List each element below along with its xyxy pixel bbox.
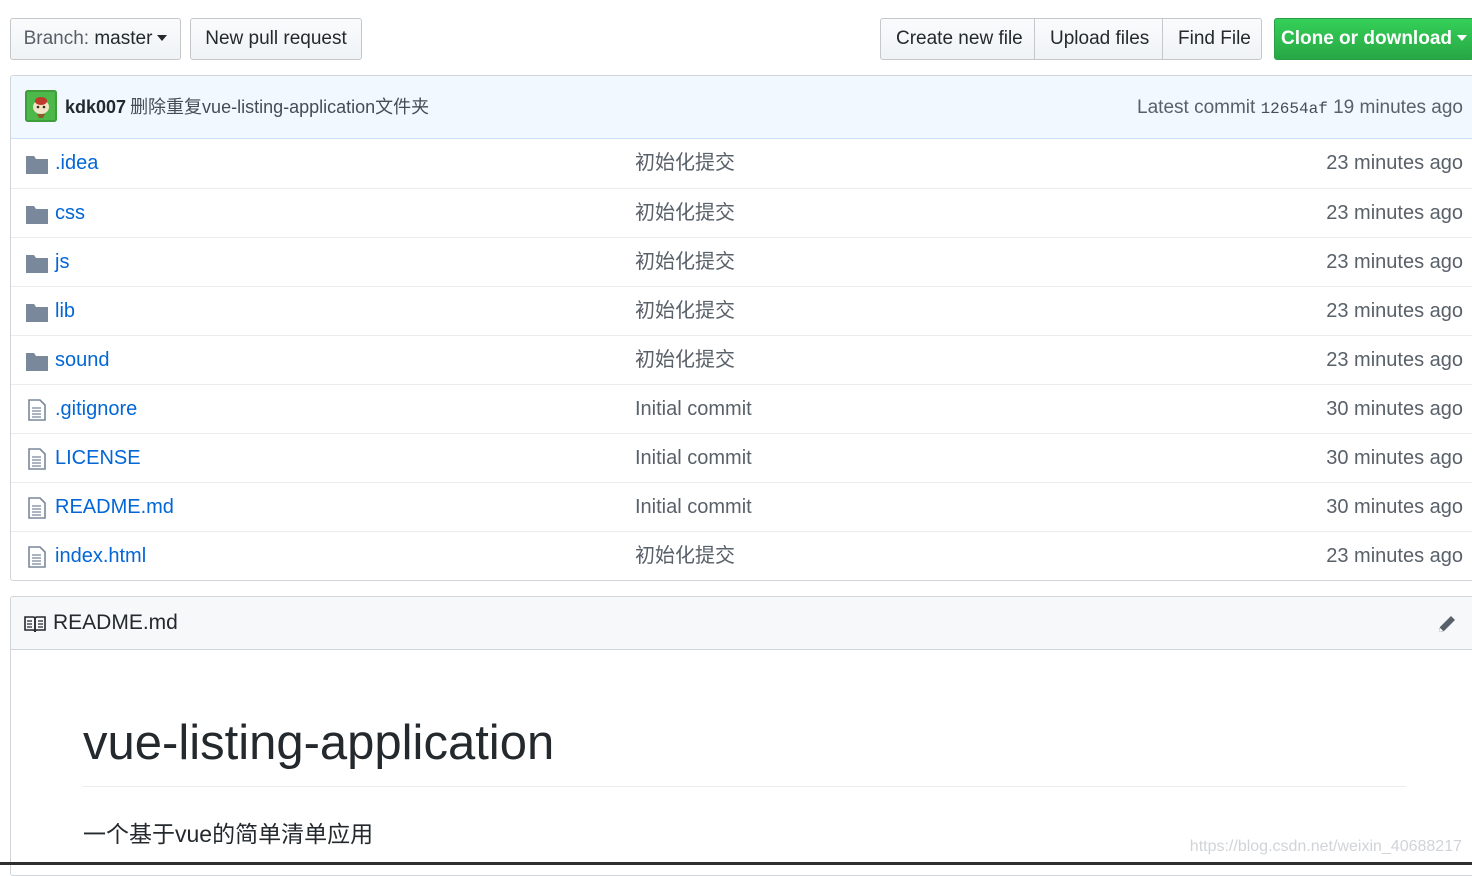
file-commit-message[interactable]: 初始化提交: [635, 287, 735, 335]
commit-meta: Latest commit 12654af 19 minutes ago: [1137, 76, 1463, 141]
find-file-button[interactable]: Find File: [1162, 18, 1262, 60]
file-age: 23 minutes ago: [1326, 251, 1463, 273]
file-age: 23 minutes ago: [1326, 300, 1463, 322]
branch-select-button[interactable]: Branch: master: [10, 18, 181, 60]
file-list: .idea 初始化提交 23 minutes ago css 初始化提交 23 …: [11, 139, 1472, 580]
file-commit-message[interactable]: Initial commit: [635, 434, 752, 482]
file-age: 23 minutes ago: [1326, 349, 1463, 371]
clone-or-download-label: Clone or download: [1281, 28, 1452, 49]
file-age: 23 minutes ago: [1326, 152, 1463, 174]
file-row: index.html 初始化提交 23 minutes ago: [11, 531, 1472, 580]
file-icon: [28, 546, 46, 568]
commit-author[interactable]: kdk007: [65, 97, 126, 117]
clone-or-download-button[interactable]: Clone or download: [1274, 18, 1472, 60]
latest-commit-label: Latest commit: [1137, 97, 1256, 118]
file-name-link[interactable]: LICENSE: [55, 434, 141, 482]
file-name-link[interactable]: sound: [55, 336, 110, 384]
file-commit-message[interactable]: 初始化提交: [635, 139, 735, 187]
file-icon: [28, 448, 46, 470]
folder-icon: [26, 255, 48, 273]
caret-down-icon: [1457, 34, 1467, 41]
file-icon: [28, 497, 46, 519]
commit-message: kdk007 删除重复vue-listing-application文件夹: [65, 76, 429, 139]
file-name-link[interactable]: js: [55, 238, 69, 286]
file-age: 23 minutes ago: [1326, 202, 1463, 224]
file-actions-group: Create new file Upload files Find File: [880, 18, 1262, 60]
author-avatar[interactable]: [25, 90, 57, 122]
create-new-file-button[interactable]: Create new file: [880, 18, 1035, 60]
file-commit-message[interactable]: Initial commit: [635, 385, 752, 433]
file-commit-message[interactable]: Initial commit: [635, 483, 752, 531]
file-commit-message[interactable]: 初始化提交: [635, 189, 735, 237]
folder-icon: [26, 304, 48, 322]
folder-icon: [26, 206, 48, 224]
latest-commit-bar: kdk007 删除重复vue-listing-application文件夹 Lat…: [11, 76, 1472, 139]
readme-panel: README.md vue-listing-application 一个基于vu…: [10, 596, 1472, 876]
file-commit-message[interactable]: 初始化提交: [635, 238, 735, 286]
file-row: js 初始化提交 23 minutes ago: [11, 237, 1472, 286]
file-name-link[interactable]: .gitignore: [55, 385, 137, 433]
file-commit-message[interactable]: 初始化提交: [635, 336, 735, 384]
file-commit-message[interactable]: 初始化提交: [635, 532, 735, 580]
file-row: .gitignore Initial commit 30 minutes ago: [11, 384, 1472, 433]
file-name-link[interactable]: README.md: [55, 483, 174, 531]
readme-header: README.md: [11, 597, 1472, 650]
file-row: lib 初始化提交 23 minutes ago: [11, 286, 1472, 335]
file-row: LICENSE Initial commit 30 minutes ago: [11, 433, 1472, 482]
file-row: README.md Initial commit 30 minutes ago: [11, 482, 1472, 531]
caret-down-icon: [157, 34, 168, 41]
file-name-link[interactable]: lib: [55, 287, 75, 335]
commit-sha[interactable]: 12654af: [1261, 100, 1328, 118]
upload-files-button[interactable]: Upload files: [1034, 18, 1163, 60]
file-row: .idea 初始化提交 23 minutes ago: [11, 139, 1472, 188]
folder-icon: [26, 353, 48, 371]
branch-name: master: [94, 28, 153, 49]
file-age: 30 minutes ago: [1326, 398, 1463, 420]
commit-message-text[interactable]: 删除重复vue-listing-application文件夹: [130, 97, 429, 117]
file-row: sound 初始化提交 23 minutes ago: [11, 335, 1472, 384]
book-icon: [24, 616, 46, 633]
file-row: css 初始化提交 23 minutes ago: [11, 188, 1472, 237]
branch-prefix: Branch:: [23, 28, 90, 49]
readme-filename: README.md: [53, 611, 178, 634]
file-age: 30 minutes ago: [1326, 447, 1463, 469]
file-icon: [28, 399, 46, 421]
readme-heading: vue-listing-application: [83, 712, 1406, 787]
readme-description: 一个基于vue的简单清单应用: [83, 821, 374, 847]
file-name-link[interactable]: index.html: [55, 532, 146, 580]
new-pull-request-button[interactable]: New pull request: [190, 18, 362, 60]
file-navigation: kdk007 删除重复vue-listing-application文件夹 Lat…: [10, 75, 1472, 581]
file-name-link[interactable]: .idea: [55, 139, 98, 187]
file-name-link[interactable]: css: [55, 189, 85, 237]
watermark: https://blog.csdn.net/weixin_40688217: [1189, 838, 1462, 855]
file-age: 23 minutes ago: [1326, 545, 1463, 567]
file-age: 30 minutes ago: [1326, 496, 1463, 518]
pencil-icon[interactable]: [1436, 613, 1458, 635]
folder-icon: [26, 156, 48, 174]
commit-age: 19 minutes ago: [1333, 97, 1463, 118]
